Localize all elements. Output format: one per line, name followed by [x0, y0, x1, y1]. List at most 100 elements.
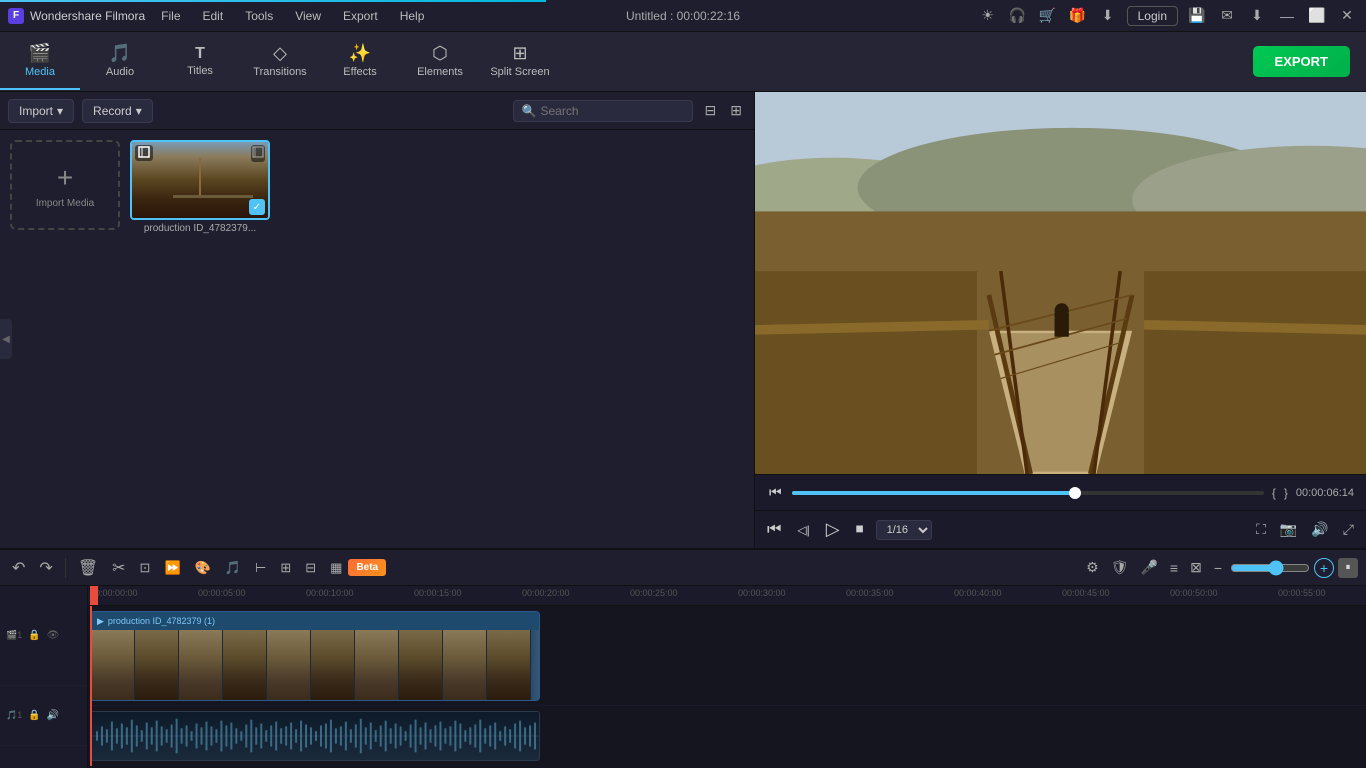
zoom-selector[interactable]: 1/16 [876, 520, 932, 540]
zoom-out-icon[interactable]: − [1210, 558, 1226, 578]
undo-button[interactable]: ↶ [8, 556, 29, 580]
bracket-in-button[interactable]: { [1272, 486, 1276, 500]
maximize-button[interactable]: ⬜ [1306, 5, 1328, 27]
menu-tools[interactable]: Tools [235, 5, 283, 27]
media-grid: + Import Media ✓ [0, 130, 754, 548]
zoom-slider[interactable] [1230, 560, 1310, 576]
split-button[interactable]: ⊢ [251, 558, 270, 578]
prev-frame-button[interactable]: ◁| [793, 521, 813, 539]
cart-icon[interactable]: 🛒 [1037, 5, 1059, 27]
ai-tool-button[interactable]: ▦ [326, 558, 346, 578]
toolbar-effects[interactable]: ✨ Effects [320, 34, 400, 90]
panel-collapse-tab[interactable]: ◀ [0, 319, 12, 359]
play-button[interactable]: ▷ [822, 517, 844, 542]
crop-button[interactable]: ⊡ [136, 558, 155, 578]
delete-button[interactable]: 🗑 [74, 556, 102, 580]
plus-icon: + [57, 162, 73, 194]
headphone-icon[interactable]: 🎧 [1007, 5, 1029, 27]
snap-button[interactable]: ⊟ [301, 558, 320, 578]
menu-edit[interactable]: Edit [193, 5, 234, 27]
gift-icon[interactable]: 🎁 [1067, 5, 1089, 27]
close-button[interactable]: ✕ [1336, 5, 1358, 27]
sun-icon[interactable]: ☀ [977, 5, 999, 27]
seek-bar[interactable] [792, 491, 1264, 495]
menu-export[interactable]: Export [333, 5, 388, 27]
audio-icon: 🎵 [109, 43, 131, 64]
import-dropdown[interactable]: Import ▾ [8, 99, 74, 123]
splitscreen-icon: ⊞ [512, 43, 527, 64]
minimize-button[interactable]: — [1276, 5, 1298, 27]
cut-button[interactable]: ✂ [108, 556, 129, 580]
panel-actions: ⊟ ⊞ [701, 100, 746, 121]
timeline-tracks: ▶ production ID_4782379 (1) [88, 606, 1366, 768]
timeline-pause-button[interactable]: ⏸ [1338, 558, 1358, 578]
record-dropdown[interactable]: Record ▾ [82, 99, 153, 123]
clip-frame-2 [135, 630, 179, 701]
bracket-out-button[interactable]: } [1284, 486, 1288, 500]
playback-step-back[interactable]: ⏮ [767, 482, 784, 503]
timeline-right-tools: ⚙ 🛡 🎤 ≡ ⊠ − + ⏸ [1082, 557, 1358, 578]
stop-button[interactable]: ⏹ [852, 519, 868, 541]
screenshot-button[interactable]: 📷 [1276, 519, 1301, 540]
expand-button[interactable]: ⤢ [1339, 519, 1358, 540]
save-icon[interactable]: 💾 [1186, 5, 1208, 27]
ruler-mark-2: 00:00:10:00 [306, 588, 354, 598]
color-button[interactable]: 🎨 [191, 558, 215, 578]
clip-frame-10 [487, 630, 531, 701]
cloud-download-icon[interactable]: ⬇ [1097, 5, 1119, 27]
timeline-ruler[interactable]: 00:00:00:00 00:00:05:00 00:00:10:00 00:0… [88, 586, 1366, 606]
toolbar-media-label: Media [25, 66, 55, 78]
menu-help[interactable]: Help [390, 5, 435, 27]
ruler-mark-10: 00:00:50:00 [1170, 588, 1218, 598]
media-item-label: production ID_4782379... [130, 223, 270, 234]
toolbar-splitscreen-label: Split Screen [490, 66, 549, 78]
filter-button[interactable]: ⊟ [701, 100, 721, 121]
import-media-button[interactable]: + Import Media [10, 140, 120, 230]
speed-button[interactable]: ⏩ [160, 558, 184, 578]
settings-icon[interactable]: ⚙ [1082, 557, 1103, 578]
toolbar-audio-label: Audio [106, 66, 134, 78]
search-input[interactable] [540, 104, 683, 118]
add-track-button[interactable]: + [1314, 558, 1334, 578]
toolbar-elements[interactable]: ⬡ Elements [400, 34, 480, 90]
ai-beta-button[interactable]: Beta [348, 559, 386, 576]
step-back-button[interactable]: ⏮ [763, 519, 785, 541]
message-icon[interactable]: ✉ [1216, 5, 1238, 27]
toolbar-splitscreen[interactable]: ⊞ Split Screen [480, 34, 560, 90]
grid-view-button[interactable]: ⊞ [726, 100, 746, 121]
mic-icon[interactable]: 🎤 [1136, 557, 1161, 578]
toolbar-transitions[interactable]: ◇ Transitions [240, 34, 320, 90]
preview-panel: ⏮ { } 00:00:06:14 ⏮ ◁| ▷ ⏹ 1/16 ⛶ 📷 🔊 ⤢ [755, 92, 1366, 548]
menu-view[interactable]: View [285, 5, 331, 27]
volume-icon[interactable]: 🔊 [47, 710, 59, 721]
fullscreen-button[interactable]: ⛶ [1252, 519, 1270, 540]
volume-button[interactable]: 🔊 [1307, 519, 1332, 540]
waveform-container[interactable] [90, 711, 540, 761]
main-toolbar: 🎬 Media 🎵 Audio T Titles ◇ Transitions ✨… [0, 32, 1366, 92]
effects-icon: ✨ [349, 43, 371, 64]
toolbar-titles[interactable]: T Titles [160, 34, 240, 90]
login-button[interactable]: Login [1127, 6, 1178, 26]
pip-button[interactable]: ⊠ [1186, 557, 1206, 578]
audio-track [88, 706, 1366, 766]
audio-track-button[interactable]: ≡ [1166, 558, 1182, 578]
ruler-mark-8: 00:00:40:00 [954, 588, 1002, 598]
align-button[interactable]: ⊞ [276, 558, 295, 578]
menu-file[interactable]: File [151, 5, 190, 27]
eye-icon[interactable]: 👁 [47, 630, 60, 641]
shield-icon[interactable]: 🛡 [1107, 557, 1133, 578]
audio-button[interactable]: 🎵 [221, 558, 245, 578]
lock-icon-audio[interactable]: 🔒 [28, 710, 40, 721]
redo-button[interactable]: ↷ [35, 556, 56, 580]
toolbar-media[interactable]: 🎬 Media [0, 34, 80, 90]
video-clip[interactable]: ▶ production ID_4782379 (1) [90, 611, 540, 701]
media-item[interactable]: ✓ production ID_4782379... [130, 140, 270, 234]
timeline-toolbar: ↶ ↷ 🗑 ✂ ⊡ ⏩ 🎨 🎵 ⊢ ⊞ ⊟ ▦ Beta ⚙ 🛡 🎤 ≡ ⊠ −… [0, 550, 1366, 586]
download-icon[interactable]: ⬇ [1246, 5, 1268, 27]
toolbar-audio[interactable]: 🎵 Audio [80, 34, 160, 90]
video-track: ▶ production ID_4782379 (1) [88, 606, 1366, 706]
lock-icon[interactable]: 🔒 [28, 630, 40, 641]
playback-controls: ⏮ ◁| ▷ ⏹ 1/16 ⛶ 📷 🔊 ⤢ [755, 510, 1366, 548]
media-panel: Import ▾ Record ▾ 🔍 ⊟ ⊞ + Import Media [0, 92, 755, 548]
export-button[interactable]: EXPORT [1253, 46, 1350, 77]
